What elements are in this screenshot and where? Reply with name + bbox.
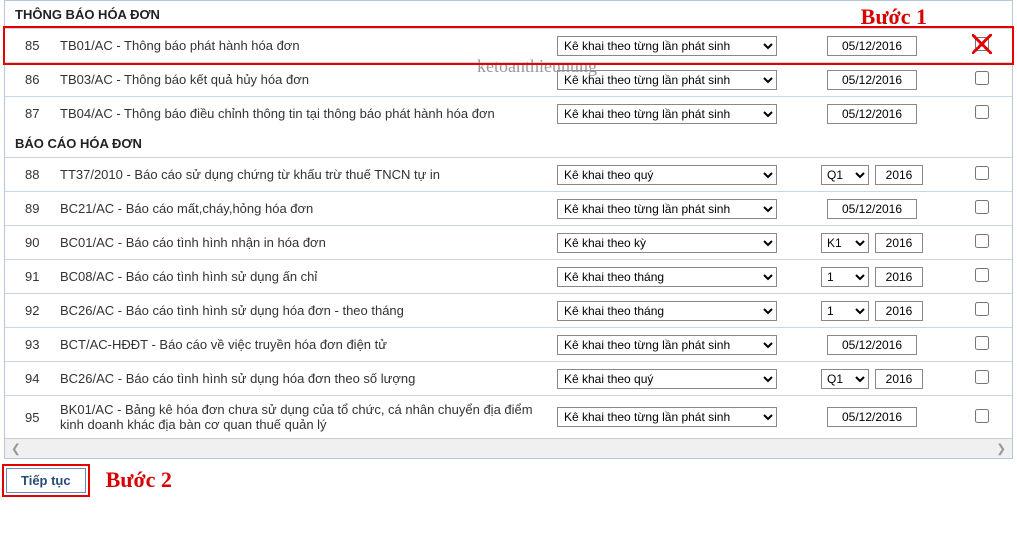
period-select[interactable]: Kê khai theo từng lần phát sinh [557,70,777,90]
year-input[interactable] [875,301,923,321]
period-select[interactable]: Kê khai theo quý [557,165,777,185]
row-number: 95 [15,410,60,425]
scroll-right-icon[interactable]: ❯ [996,439,1006,458]
table-row: 92 BC26/AC - Báo cáo tình hình sử dụng h… [5,293,1012,327]
row-checkbox[interactable] [975,370,989,384]
row-checkbox[interactable] [975,71,989,85]
date-input[interactable] [827,104,917,124]
period-select[interactable]: Kê khai theo từng lần phát sinh [557,335,777,355]
date-input[interactable] [827,36,917,56]
row-description: BC21/AC - Báo cáo mất,cháy,hỏng hóa đơn [60,201,552,216]
period-select[interactable]: Kê khai theo từng lần phát sinh [557,199,777,219]
row-checkbox[interactable] [975,234,989,248]
row-number: 88 [15,167,60,182]
date-input[interactable] [827,335,917,355]
period-sub-select[interactable]: 1 [821,267,869,287]
row-description: BK01/AC - Bảng kê hóa đơn chưa sử dụng c… [60,402,552,432]
table-row: 94 BC26/AC - Báo cáo tình hình sử dụng h… [5,361,1012,395]
row-checkbox[interactable] [975,268,989,282]
period-select[interactable]: Kê khai theo quý [557,369,777,389]
table-row: 95 BK01/AC - Bảng kê hóa đơn chưa sử dụn… [5,395,1012,438]
period-select[interactable]: Kê khai theo tháng [557,267,777,287]
row-checkbox[interactable] [975,200,989,214]
period-sub-select[interactable]: Q1 [821,369,869,389]
period-select[interactable]: Kê khai theo từng lần phát sinh [557,407,777,427]
row-checkbox[interactable] [975,105,989,119]
row-number: 85 [15,38,60,53]
row-description: BC08/AC - Báo cáo tình hình sử dụng ấn c… [60,269,552,284]
period-sub-select[interactable]: K1 [821,233,869,253]
row-checkbox[interactable] [975,409,989,423]
row-number: 92 [15,303,60,318]
checkbox-crossed[interactable] [975,37,989,51]
table-row: 87 TB04/AC - Thông báo điều chỉnh thông … [5,96,1012,130]
row-number: 93 [15,337,60,352]
row-description: BC01/AC - Báo cáo tình hình nhận in hóa … [60,235,552,250]
table-row: 89 BC21/AC - Báo cáo mất,cháy,hỏng hóa đ… [5,191,1012,225]
period-select[interactable]: Kê khai theo tháng [557,301,777,321]
year-input[interactable] [875,267,923,287]
row-number: 94 [15,371,60,386]
row-description: TB03/AC - Thông báo kết quả hủy hóa đơn [60,72,552,87]
period-sub-select[interactable]: Q1 [821,165,869,185]
table-row: 91 BC08/AC - Báo cáo tình hình sử dụng ấ… [5,259,1012,293]
table-row: 93 BCT/AC-HĐĐT - Báo cáo về việc truyền … [5,327,1012,361]
row-description: TB04/AC - Thông báo điều chỉnh thông tin… [60,106,552,121]
row-number: 89 [15,201,60,216]
date-input[interactable] [827,70,917,90]
period-sub-select[interactable]: 1 [821,301,869,321]
period-select[interactable]: Kê khai theo từng lần phát sinh [557,104,777,124]
row-number: 91 [15,269,60,284]
continue-button[interactable]: Tiếp tục [6,468,86,493]
row-checkbox[interactable] [975,166,989,180]
scroll-left-icon[interactable]: ❮ [11,439,21,458]
section-header: BÁO CÁO HÓA ĐƠN [5,130,1012,157]
row-checkbox[interactable] [975,302,989,316]
row-description: TT37/2010 - Báo cáo sử dụng chứng từ khấ… [60,167,552,182]
date-input[interactable] [827,407,917,427]
year-input[interactable] [875,369,923,389]
year-input[interactable] [875,233,923,253]
step2-annotation: Bước 2 [106,467,172,493]
row-description: BCT/AC-HĐĐT - Báo cáo về việc truyền hóa… [60,337,552,352]
table-row: 88 TT37/2010 - Báo cáo sử dụng chứng từ … [5,157,1012,191]
row-description: TB01/AC - Thông báo phát hành hóa đơn [60,38,552,53]
horizontal-scrollbar[interactable]: ❮ ❯ [5,438,1012,458]
period-select[interactable]: Kê khai theo kỳ [557,233,777,253]
year-input[interactable] [875,165,923,185]
table-row: 85 TB01/AC - Thông báo phát hành hóa đơn… [5,28,1012,62]
row-description: BC26/AC - Báo cáo tình hình sử dụng hóa … [60,371,552,386]
period-select[interactable]: Kê khai theo từng lần phát sinh [557,36,777,56]
step1-annotation: Bước 1 [861,4,927,30]
main-table: THÔNG BÁO HÓA ĐƠN 85 TB01/AC - Thông báo… [4,0,1013,459]
row-number: 87 [15,106,60,121]
table-row: 90 BC01/AC - Báo cáo tình hình nhận in h… [5,225,1012,259]
date-input[interactable] [827,199,917,219]
row-number: 90 [15,235,60,250]
row-description: BC26/AC - Báo cáo tình hình sử dụng hóa … [60,303,552,318]
row-number: 86 [15,72,60,87]
row-checkbox[interactable] [975,336,989,350]
table-row: 86 TB03/AC - Thông báo kết quả hủy hóa đ… [5,62,1012,96]
